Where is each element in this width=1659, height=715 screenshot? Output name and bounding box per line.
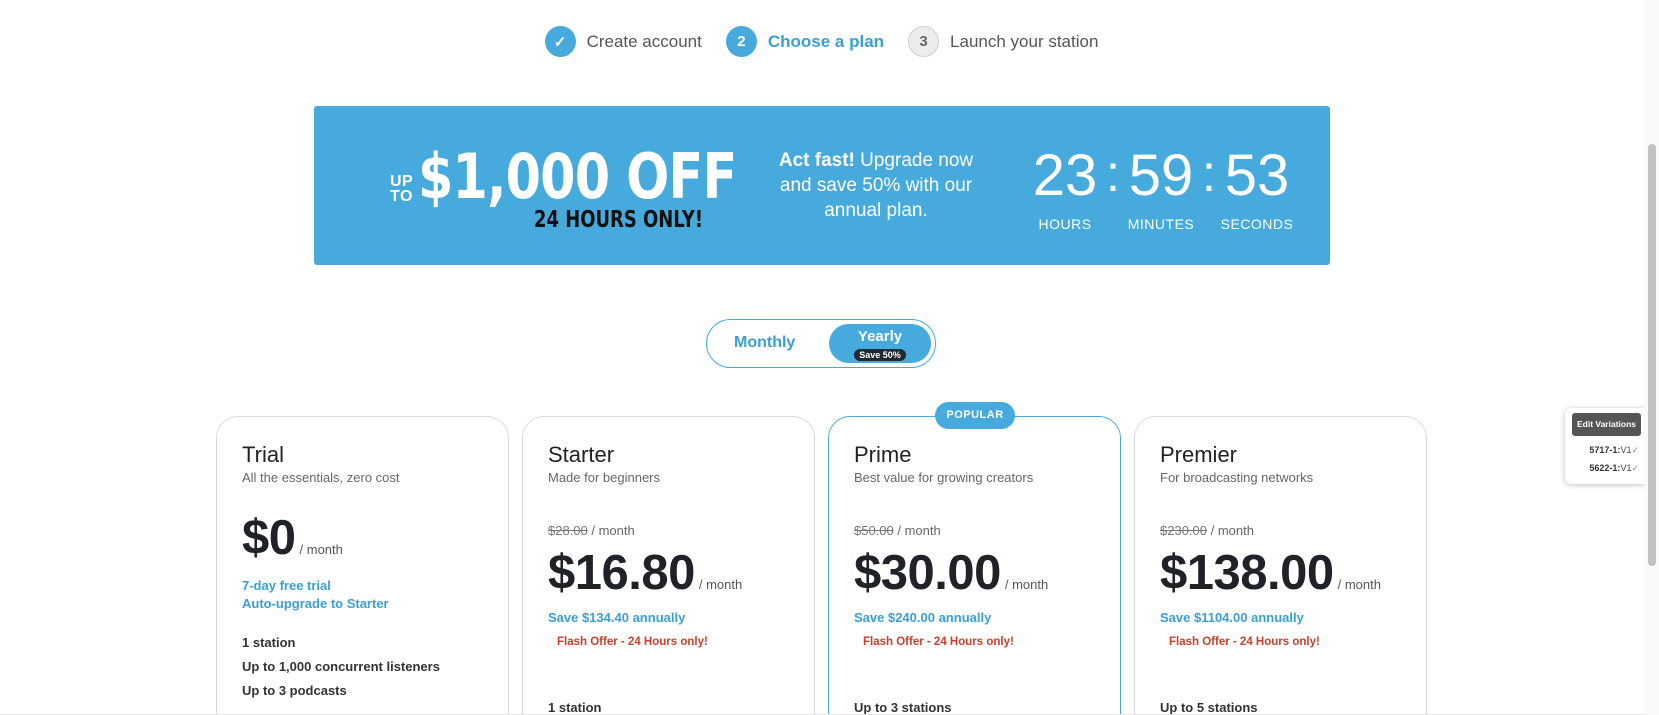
plan-name: Starter [548, 442, 615, 467]
countdown-minutes-value: 59 [1128, 143, 1194, 208]
flash-offer: Flash Offer - 24 Hours only! [557, 636, 708, 648]
plan-card-premier[interactable]: Premier For broadcasting networks $230.0… [1134, 416, 1427, 715]
check-icon: ✓ [544, 26, 576, 57]
trial-note: 7-day free trial [242, 578, 331, 593]
plan-price: $0 [242, 511, 296, 565]
check-icon: ✓ [1631, 463, 1639, 473]
original-price-row: $28.00 / month [548, 523, 794, 538]
promo-duration: 24 HOURS ONLY! [534, 207, 704, 233]
feature-item: 1 station [548, 700, 602, 715]
promo-upto: UP TO [390, 173, 413, 205]
promo-banner: UP TO $1,000 OFF 24 HOURS ONLY! Act fast… [314, 106, 1330, 265]
plan-name: Premier [1160, 442, 1238, 467]
plan-name: Prime [854, 442, 912, 467]
step-label: Choose a plan [767, 31, 885, 51]
promo-amount: $1,000 OFF [418, 140, 737, 213]
price-row: $30.00 / month [854, 546, 1100, 600]
flash-offer: Flash Offer - 24 Hours only! [863, 636, 1014, 648]
yearly-save-badge: Save 50% [854, 349, 906, 361]
original-price-row: $230.00 / month [1160, 523, 1406, 538]
step-label: Launch your station [950, 31, 1099, 51]
countdown-minutes-label: MINUTES [1127, 216, 1195, 232]
original-price: $28.00 [548, 523, 588, 538]
feature-item: Up to 3 podcasts [242, 683, 347, 698]
variation-id: 5622-1: [1589, 463, 1621, 473]
step-number: 2 [725, 26, 757, 57]
plan-description: All the essentials, zero cost [242, 470, 400, 485]
vertical-scrollbar[interactable] [1644, 0, 1659, 715]
countdown-hours: 23 HOURS [1025, 143, 1105, 233]
step-create-account: ✓ Create account [544, 26, 702, 57]
annual-savings: Save $134.40 annually [548, 610, 686, 625]
promo-message: Act fast! Upgrade now and save 50% with … [776, 148, 976, 223]
step-number: 3 [908, 26, 940, 57]
variation-row: 5717-1:V1✓ [1589, 445, 1639, 456]
price-period: / month [1004, 577, 1049, 592]
plan-description: For broadcasting networks [1160, 470, 1314, 485]
feature-item: Up to 5 stations [1160, 700, 1258, 715]
annual-savings: Save $240.00 annually [854, 610, 992, 625]
original-price-period: / month [893, 523, 941, 538]
edit-variations-widget: Edit Variations 5717-1:V1✓ 5622-1:V1✓ [1565, 408, 1645, 484]
step-label: Create account [586, 31, 702, 51]
plan-card-starter[interactable]: Starter Made for beginners $28.00 / mont… [522, 416, 815, 715]
original-price-row: $50.00 / month [854, 523, 1100, 538]
price-row: $16.80 / month [548, 546, 794, 600]
original-price-period: / month [587, 523, 635, 538]
countdown-separator: : [1201, 145, 1217, 203]
yearly-label: Yearly [857, 328, 903, 345]
plan-description: Best value for growing creators [854, 470, 1034, 485]
countdown-seconds-label: SECONDS [1220, 216, 1294, 232]
countdown-seconds: 53 SECONDS [1217, 143, 1297, 233]
billing-period-toggle: Monthly Yearly Save 50% [706, 319, 936, 368]
feature-item: Up to 3 stations [854, 700, 952, 715]
popular-badge: POPULAR [935, 402, 1015, 429]
countdown-separator: : [1105, 145, 1121, 203]
original-price: $230.00 [1160, 523, 1207, 538]
feature-item: 1 station [242, 635, 296, 650]
step-launch-station: 3 Launch your station [908, 26, 1098, 57]
upgrade-note: Auto-upgrade to Starter [242, 596, 389, 611]
countdown-minutes: 59 MINUTES [1121, 143, 1201, 233]
price-row: $0 / month [242, 511, 488, 565]
countdown-hours-label: HOURS [1038, 216, 1092, 232]
annual-savings: Save $1104.00 annually [1160, 610, 1304, 625]
price-row: $138.00 / month [1160, 546, 1406, 600]
edit-variations-button[interactable]: Edit Variations [1572, 413, 1641, 436]
original-price-period: / month [1207, 523, 1254, 538]
signup-stepper: ✓ Create account 2 Choose a plan 3 Launc… [0, 26, 1659, 57]
plan-card-prime[interactable]: POPULAR Prime Best value for growing cre… [828, 402, 1121, 715]
variation-row: 5622-1:V1✓ [1589, 463, 1639, 474]
price-period: / month [1337, 577, 1381, 592]
variation-value: V1 [1620, 463, 1632, 473]
plan-price: $138.00 [1160, 546, 1334, 600]
plan-price: $16.80 [548, 546, 695, 600]
check-icon: ✓ [1631, 445, 1639, 455]
promo-message-bold: Act fast! [778, 150, 855, 171]
plan-description: Made for beginners [548, 470, 661, 485]
countdown-seconds-value: 53 [1224, 143, 1290, 208]
variation-value: V1 [1620, 445, 1632, 455]
countdown-hours-value: 23 [1032, 143, 1098, 208]
feature-item: Up to 1,000 concurrent listeners [242, 659, 440, 674]
scrollbar-thumb[interactable] [1648, 144, 1656, 566]
step-choose-plan: 2 Choose a plan [725, 26, 885, 57]
plan-name: Trial [242, 442, 284, 467]
price-period: / month [299, 542, 343, 557]
original-price: $50.00 [854, 523, 894, 538]
plan-card-trial[interactable]: Trial All the essentials, zero cost $0 /… [216, 416, 509, 715]
plan-price: $30.00 [854, 546, 1001, 600]
yearly-option[interactable]: Yearly Save 50% [829, 324, 931, 363]
variation-id: 5717-1: [1589, 445, 1621, 455]
promo-headline: UP TO $1,000 OFF 24 HOURS ONLY! [390, 144, 737, 234]
flash-offer: Flash Offer - 24 Hours only! [1169, 636, 1320, 648]
countdown-timer: 23 HOURS : 59 MINUTES : 53 SECONDS [1025, 143, 1297, 233]
price-period: / month [698, 577, 743, 592]
monthly-option[interactable]: Monthly [734, 334, 795, 352]
feature-list: 1 station Up to 1,000 concurrent listene… [242, 631, 488, 703]
